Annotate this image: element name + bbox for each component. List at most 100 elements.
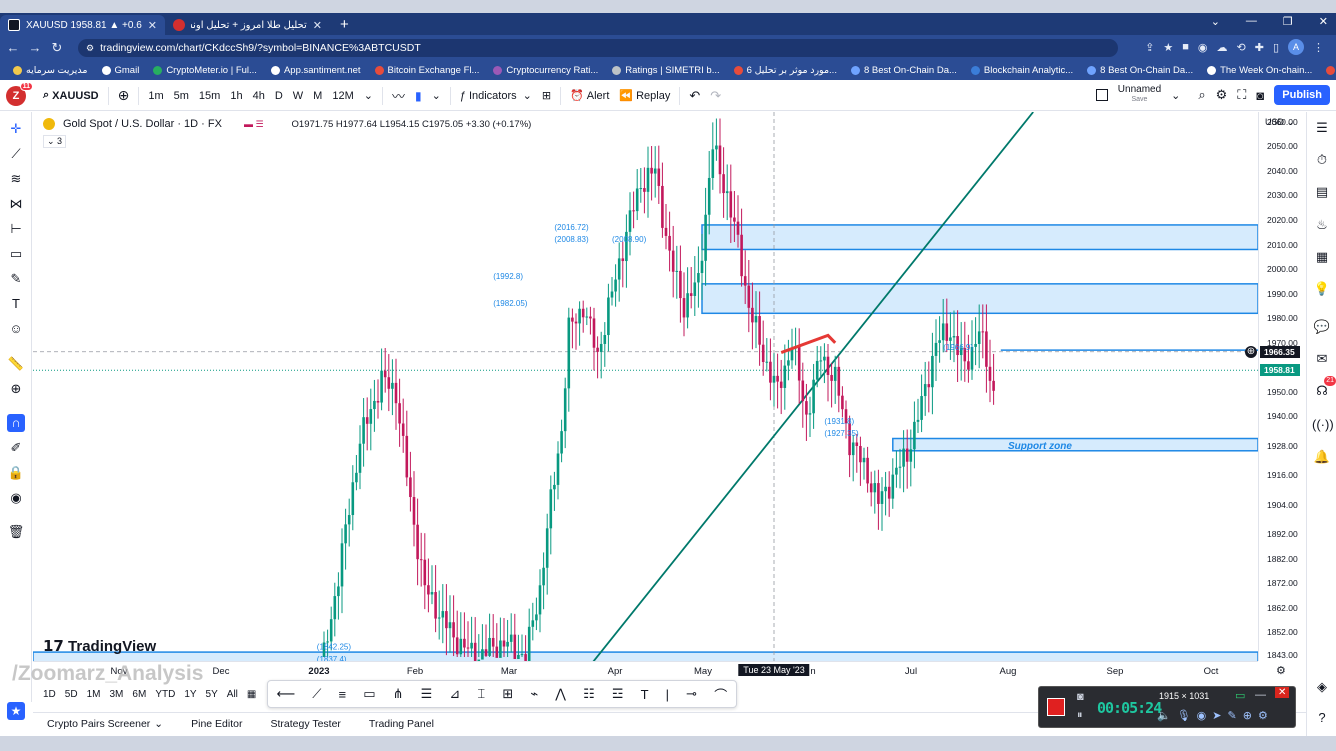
alert-button[interactable]: ⏰ Alert — [565, 89, 614, 103]
bookmark-item[interactable]: مدیریت سرمایه — [6, 65, 95, 76]
hotlist-icon[interactable]: ♨ — [1312, 215, 1332, 235]
bookmark-item[interactable]: CryptoMeter.io | Ful... — [146, 65, 264, 76]
chevron-down-icon[interactable]: ⌄ — [154, 718, 163, 730]
share-icon[interactable]: ⇪ — [1145, 41, 1154, 54]
pause-icon[interactable]: ⏸ — [1077, 709, 1083, 722]
fullscreen-icon[interactable]: ⛶ — [1237, 87, 1246, 103]
bookmark-item[interactable]: Blockchain Analytic... — [964, 65, 1080, 76]
help-icon[interactable]: ? — [1312, 708, 1332, 728]
xabcd-icon[interactable]: ⋀ — [555, 686, 566, 702]
bookmark-item[interactable]: The Week On-chain... — [1200, 65, 1319, 76]
broadcast-icon[interactable]: ((·)) — [1312, 415, 1334, 435]
notifications-icon[interactable]: ☊ 21 — [1312, 376, 1336, 401]
long-position-icon[interactable]: ☷ — [583, 686, 595, 702]
chat-icon[interactable]: 💬 — [1312, 317, 1332, 337]
time-axis[interactable]: Nov Dec 2023 Feb Mar Apr May n Jul Aug Sep Oct Tue 2… — [33, 661, 1258, 679]
trash-icon[interactable]: 🗑 — [7, 523, 25, 541]
emoji-icon[interactable]: ☺ — [7, 320, 25, 338]
camera-icon[interactable]: ◙ — [1256, 88, 1264, 103]
date-range-icon[interactable]: ☲ — [612, 686, 624, 702]
bottom-tab-1[interactable]: Pine Editor — [191, 718, 242, 730]
fib-icon[interactable]: ☰ — [421, 686, 433, 702]
extension-icon[interactable]: ■ — [1182, 41, 1189, 53]
rectangle-icon[interactable]: ▭ — [363, 686, 375, 702]
zoom-in-icon[interactable]: ⊕ — [7, 380, 25, 398]
watchlist-icon[interactable]: ☰ — [1312, 118, 1332, 138]
range-5d[interactable]: 5D — [65, 689, 78, 700]
new-tab-button[interactable]: + — [330, 16, 359, 35]
interval-4h[interactable]: 4h — [248, 89, 270, 102]
range-3m[interactable]: 3M — [110, 689, 124, 700]
bookmark-item[interactable]: 6 مورد موثر بر تحلیل... — [727, 65, 844, 76]
close-icon[interactable]: ✕ — [148, 19, 157, 32]
fib-fan-icon[interactable]: ⊿ — [449, 686, 460, 702]
compare-icon[interactable]: ⊕ — [113, 87, 135, 104]
publish-button[interactable]: Publish — [1274, 85, 1330, 105]
line-icon[interactable]: ⟋ — [312, 686, 321, 702]
calendar-icon[interactable]: ▦ — [1312, 247, 1332, 267]
quick-search-icon[interactable]: ⌕ — [1198, 87, 1205, 103]
tab-xauusd[interactable]: XAUUSD 1958.81 ▲ +0.69% Unn ✕ — [0, 15, 165, 35]
site-info-icon[interactable]: ⚙ — [86, 43, 94, 54]
window-close-icon[interactable]: ✕ — [1319, 15, 1328, 28]
rectangle-icon[interactable]: ▭ — [7, 245, 25, 263]
add-alert-icon[interactable]: ⊕ — [1245, 345, 1257, 358]
interval-15m[interactable]: 15m — [194, 89, 225, 102]
indicators-button[interactable]: ƒ Indicators ⌄ — [455, 89, 537, 103]
chart-pane[interactable]: (2016.72) (2008.83) (2008.90) (1992.8) (1982… — [33, 112, 1258, 661]
bottom-tab-0[interactable]: Crypto Pairs Screener — [47, 718, 150, 730]
chevron-down-icon[interactable]: ⌄ — [427, 89, 446, 102]
range-ytd[interactable]: YTD — [155, 689, 175, 700]
interval-12M[interactable]: 12M — [327, 89, 358, 102]
eye-icon[interactable]: ◉ — [7, 489, 25, 507]
replay-button[interactable]: ⏪ Replay — [614, 89, 675, 103]
range-6m[interactable]: 6M — [132, 689, 146, 700]
favorites-star-icon[interactable]: ★ — [7, 702, 25, 720]
mic-icon[interactable]: 🎙 — [1177, 709, 1191, 722]
undo-icon[interactable]: ↶ — [684, 88, 705, 104]
interval-5m[interactable]: 5m — [169, 89, 194, 102]
goto-date-icon[interactable]: ▦ — [247, 689, 256, 700]
puzzle-icon[interactable]: ✚ — [1255, 41, 1264, 54]
tab-gold-analysis[interactable]: تحلیل طلا امروز + تحلیل اونس XAU ✕ — [165, 15, 330, 35]
bookmark-item[interactable]: Cryptocurrency Rati... — [486, 65, 605, 76]
line-chart-icon[interactable]: 〰 — [387, 86, 410, 105]
interval-1h[interactable]: 1h — [225, 89, 247, 102]
bookmark-item[interactable]: Restoration Rolls R... — [1319, 65, 1336, 76]
gear-icon[interactable]: ⚙ — [1216, 87, 1228, 103]
range-5y[interactable]: 5Y — [206, 689, 218, 700]
cursor-icon[interactable]: ➤ — [1212, 709, 1221, 722]
minimize-icon[interactable]: — — [1246, 15, 1257, 28]
ideas-icon[interactable]: 💡 — [1312, 279, 1332, 299]
back-icon[interactable]: ← — [2, 40, 24, 55]
speaker-icon[interactable]: 🔈 — [1157, 709, 1171, 722]
legend-toggle-icon[interactable]: ▬ ☰ — [244, 119, 264, 130]
redo-icon[interactable]: ↷ — [705, 88, 726, 104]
pitchfork-icon[interactable]: ⋔ — [393, 686, 404, 702]
alerts-clock-icon[interactable]: ⏱ — [1312, 150, 1332, 170]
range-1m[interactable]: 1M — [87, 689, 101, 700]
horizontal-ray-icon[interactable]: ⟵ — [277, 686, 296, 702]
interval-1m[interactable]: 1m — [143, 89, 168, 102]
profile-avatar[interactable]: A — [1288, 39, 1304, 55]
bottom-tab-2[interactable]: Strategy Tester — [270, 718, 340, 730]
layout-name-button[interactable]: Unnamed Save — [1118, 85, 1161, 105]
menu-icon[interactable]: ⋮ — [1313, 41, 1324, 54]
bookmark-item[interactable]: 8 Best On-Chain Da... — [1080, 65, 1200, 76]
record-stop-button[interactable] — [1047, 698, 1065, 716]
reload-icon[interactable]: ↻ — [46, 40, 68, 56]
path-icon[interactable]: ⌁ — [530, 686, 538, 702]
bookmark-item[interactable]: App.santiment.net — [264, 65, 368, 76]
range-all[interactable]: All — [227, 689, 238, 700]
camera-icon[interactable]: ◙ — [1077, 691, 1084, 703]
lock-icon[interactable]: 🔒 — [7, 464, 25, 482]
bookmark-item[interactable]: Bitcoin Exchange Fl... — [368, 65, 487, 76]
messages-icon[interactable]: ✉ — [1312, 349, 1332, 369]
extension-icon[interactable]: ☁ — [1217, 41, 1228, 54]
sidebar-icon[interactable]: ▯ — [1273, 41, 1279, 54]
layers-icon[interactable]: ◈ — [1312, 677, 1332, 697]
measure-range-icon[interactable]: ⊢ — [7, 220, 25, 238]
pattern-icon[interactable]: ⋈ — [7, 195, 25, 213]
magnet-icon[interactable]: ∩ — [7, 414, 25, 432]
text-icon[interactable]: T — [7, 295, 25, 313]
